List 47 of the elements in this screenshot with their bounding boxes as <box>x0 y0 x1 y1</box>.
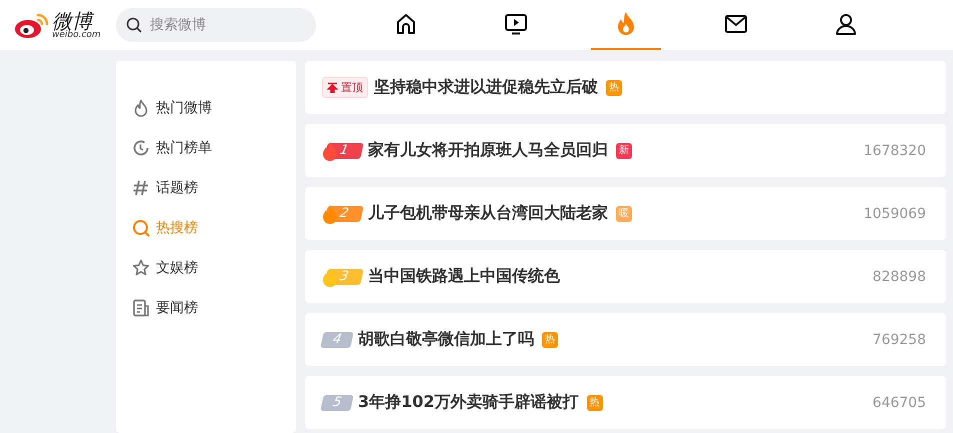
search-count: 646705 <box>872 394 926 410</box>
sidebar-item[interactable]: 话题榜 <box>116 168 296 208</box>
pinned-badge: 置顶 <box>322 77 368 98</box>
hot-search-row[interactable]: 5 3年挣102万外卖骑手辟谣被打 热 646705 <box>305 376 946 429</box>
hot-search-row[interactable]: 2 儿子包机带母亲从台湾回大陆老家 暖 1059069 <box>305 187 946 240</box>
mail-icon <box>724 12 748 36</box>
home-icon <box>394 12 418 36</box>
clock-icon <box>132 139 150 157</box>
user-icon <box>834 12 858 36</box>
topic-title: 儿子包机带母亲从台湾回大陆老家 <box>368 203 608 224</box>
video-icon <box>504 12 528 36</box>
logo-domain: weibo.com <box>52 30 101 40</box>
document-icon <box>132 299 150 317</box>
rank-badge: 3 <box>322 268 362 286</box>
logo-name: 微博 <box>52 10 101 30</box>
hashtag-icon <box>132 179 150 197</box>
search-count: 1059069 <box>864 206 926 222</box>
search-count: 828898 <box>872 268 926 284</box>
topic-tag: 暖 <box>616 206 632 222</box>
search-count: 1678320 <box>864 142 926 158</box>
hot-search-row[interactable]: 3 当中国铁路遇上中国传统色 828898 <box>305 250 946 303</box>
topic-tag: 新 <box>616 142 632 158</box>
topic-title: 当中国铁路遇上中国传统色 <box>368 266 560 287</box>
sidebar-item[interactable]: 热门微博 <box>116 88 296 128</box>
star-icon <box>132 259 150 277</box>
topic-title: 坚持稳中求进以进促稳先立后破 <box>374 77 598 98</box>
topic-title: 胡歌白敬亭微信加上了吗 <box>358 329 534 350</box>
topic-title: 3年挣102万外卖骑手辟谣被打 <box>358 392 579 413</box>
topic-tag: 热 <box>606 80 622 96</box>
hot-search-row[interactable]: 置顶 坚持稳中求进以进促稳先立后破 热 <box>305 61 946 114</box>
hot-search-row[interactable]: 1 家有儿女将开拍原班人马全员回归 新 1678320 <box>305 124 946 177</box>
weibo-logo-icon <box>14 11 50 39</box>
rank-badge: 2 <box>322 204 362 222</box>
rank-badge: 4 <box>322 330 352 348</box>
flame-icon <box>132 99 150 117</box>
search-icon <box>132 219 150 237</box>
rank-badge: 5 <box>322 394 352 412</box>
topic-tag: 热 <box>542 332 558 348</box>
search-count: 769258 <box>872 332 926 348</box>
sidebar-item[interactable]: 文娱榜 <box>116 248 296 288</box>
sidebar-item[interactable]: 热门榜单 <box>116 128 296 168</box>
hot-search-row[interactable]: 4 胡歌白敬亭微信加上了吗 热 769258 <box>305 313 946 366</box>
rank-badge: 1 <box>322 142 362 160</box>
search-field[interactable]: 搜索微博 <box>116 8 316 42</box>
topic-tag: 热 <box>586 394 603 410</box>
topic-title: 家有儿女将开拍原班人马全员回归 <box>368 140 608 161</box>
sidebar-item[interactable]: 要闻榜 <box>116 288 296 328</box>
